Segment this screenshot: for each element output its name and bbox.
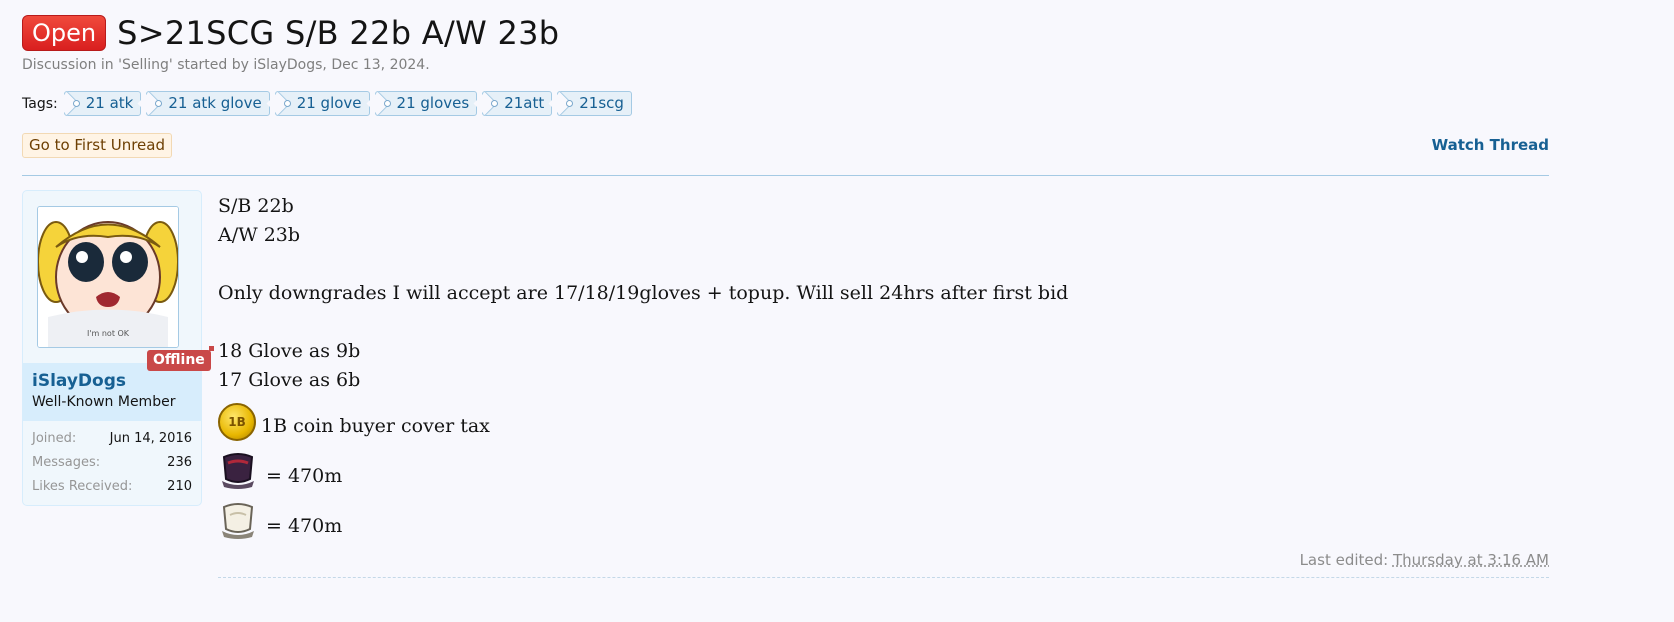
post-body: S/B 22b A/W 23b Only downgrades I will a… [218, 192, 1068, 541]
coin-icon: 1B [218, 403, 256, 441]
post-line: A/W 23b [218, 224, 301, 246]
tag-hole-icon [566, 100, 574, 107]
white-scroll-icon [222, 503, 254, 539]
go-to-first-unread-button[interactable]: Go to First Unread [22, 133, 172, 158]
tag-item[interactable]: 21 atk glove [146, 91, 270, 116]
post-footer-divider [218, 577, 1549, 578]
post-line: S/B 22b [218, 195, 294, 217]
stat-row: Likes Received: 210 [32, 479, 192, 494]
thread-meta: Discussion in 'Selling' started by iSlay… [22, 57, 430, 73]
tag-hole-icon [491, 100, 499, 107]
tag-item[interactable]: 21scg [557, 91, 632, 116]
tag-hole-icon [155, 100, 163, 107]
post-line: 18 Glove as 9b [218, 340, 361, 362]
post-line: = 470m [218, 491, 1068, 541]
offline-badge: Offline [147, 346, 214, 371]
thread-title-row: Open S>21SCG S/B 22b A/W 23b [22, 14, 559, 52]
post-line: Only downgrades I will accept are 17/18/… [218, 282, 1069, 304]
user-name-box: iSlayDogs Well-Known Member [23, 363, 201, 421]
last-edited: Last edited: Thursday at 3:16 AM [1299, 551, 1549, 569]
avatar[interactable]: I'm not OK [37, 206, 179, 348]
prefix-badge[interactable]: Open [22, 15, 107, 51]
tag-item[interactable]: 21 glove [274, 91, 370, 116]
tag-item[interactable]: 21att [482, 91, 553, 116]
post-line: = 470m [218, 441, 1068, 491]
tag-hole-icon [283, 100, 291, 107]
avatar-caption: I'm not OK [86, 329, 130, 338]
stat-row: Joined: Jun 14, 2016 [32, 431, 192, 446]
tag-item[interactable]: 21 gloves [374, 91, 478, 116]
username-link[interactable]: iSlayDogs [32, 371, 126, 391]
user-stats: Joined: Jun 14, 2016 Messages: 236 Likes R… [32, 431, 192, 503]
post-line: 1B 1B coin buyer cover tax [218, 395, 1068, 441]
tag-list: Tags: 21 atk 21 atk glove 21 glove 21 gl… [22, 91, 637, 116]
watch-thread-link[interactable]: Watch Thread [1432, 136, 1549, 154]
user-title: Well-Known Member [32, 394, 176, 410]
tag-item[interactable]: 21 atk [63, 91, 142, 116]
avatar-image [38, 207, 178, 347]
dark-scroll-icon [222, 453, 254, 489]
stat-row: Messages: 236 [32, 455, 192, 470]
thread-title: S>21SCG S/B 22b A/W 23b [117, 14, 560, 52]
tags-label: Tags: [22, 95, 58, 112]
tag-hole-icon [383, 100, 391, 107]
user-info-panel: I'm not OK iSlayDogs Well-Known Member O… [22, 190, 214, 506]
divider [22, 175, 1549, 176]
post-line: 17 Glove as 6b [218, 369, 361, 391]
tag-hole-icon [72, 100, 80, 107]
last-edited-timestamp[interactable]: Thursday at 3:16 AM [1393, 551, 1549, 569]
